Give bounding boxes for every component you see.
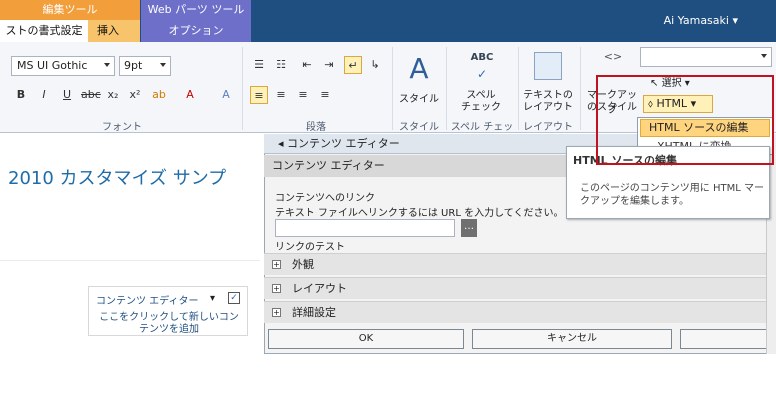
group-paragraph-label: 段落 [306,122,326,133]
subscript-button[interactable]: x₂ [104,86,122,104]
divider [580,47,581,130]
link-label: コンテンツへのリンク [275,193,375,204]
user-name: Ai Yamasaki [663,14,729,27]
clear-format-icon[interactable]: A [217,86,235,104]
align-center-icon[interactable]: ≡ [272,86,290,104]
add-content-link[interactable]: ここをクリックして新しいコンテンツを追加 [96,312,242,336]
text-layout-icon [534,52,562,80]
tooltip-body: このページのコンテンツ用に HTML マークアップを編集します。 [580,183,764,207]
font-family-select[interactable]: MS UI Gothic [11,56,115,76]
bullets-icon[interactable]: ☰ [250,56,268,74]
strikethrough-button[interactable]: abc [81,86,101,104]
font-size-select[interactable]: 9pt [119,56,171,76]
check-icon: ✓ [476,67,488,81]
webpart-checkbox[interactable]: ✓ [228,292,240,304]
highlight-box [596,75,774,165]
justify-icon[interactable]: ≡ [316,86,334,104]
advanced-row[interactable]: + 詳細設定 [264,301,776,323]
align-right-icon[interactable]: ≡ [294,86,312,104]
chevron-down-icon [160,63,166,67]
page-title: 2010 カスタマイズ サンプ [8,168,227,189]
increase-indent-icon[interactable]: ⇥ [320,56,338,74]
section-title: コンテンツ エディター [264,155,566,177]
highlight-icon[interactable]: ab [150,86,168,104]
font-color-icon[interactable]: A [181,86,199,104]
cancel-button[interactable]: キャンセル [472,329,672,349]
spelling-icon: ABC [470,52,494,63]
user-menu[interactable]: Ai Yamasaki ▾ [664,14,738,27]
group-layout-label: レイアウト [523,122,573,133]
collapse-icon: ◂ [278,137,284,150]
group-font-label: フォント [102,122,142,133]
layout-row[interactable]: + レイアウト [264,277,776,299]
underline-button[interactable]: U [58,86,76,104]
plus-icon: + [272,284,281,293]
contextual-title-web-parts-tools: Web パーツ ツール [147,3,245,16]
chevron-down-icon: ▾ [732,14,738,27]
link-hint: テキスト ファイルへリンクするには URL を入力してください。 [275,208,564,219]
tab-insert[interactable]: 挿入 [88,20,128,42]
superscript-button[interactable]: x² [126,86,144,104]
styles-button-label[interactable]: スタイル [397,90,441,105]
divider [242,47,243,130]
rtl-icon[interactable]: ↳ [366,56,384,74]
styles-icon[interactable]: A [402,52,436,86]
chevron-down-icon [104,63,110,67]
contextual-title-editing-tools: 編集ツール [0,0,140,20]
plus-icon: + [272,308,281,317]
appearance-row[interactable]: + 外観 [264,253,776,275]
advanced-label: 詳細設定 [292,306,336,319]
browse-button[interactable]: … [461,219,477,237]
divider [392,47,393,130]
layout-button-label-2[interactable]: レイアウト [522,98,574,113]
tab-format-text[interactable]: ストの書式設定 [0,20,88,42]
apply-button[interactable] [680,329,776,349]
group-styles-label: スタイル [399,122,439,133]
numbering-icon[interactable]: ☷ [272,56,290,74]
italic-button[interactable]: I [35,86,53,104]
font-family-value: MS UI Gothic [17,59,88,72]
chevron-down-icon [761,54,767,58]
appearance-label: 外観 [292,258,314,271]
tool-pane-title: コンテンツ エディター [287,137,400,150]
font-size-value: 9pt [124,59,143,72]
markup-selector-input[interactable] [640,47,772,67]
bold-button[interactable]: B [12,86,30,104]
divider [0,260,260,261]
webpart-title[interactable]: コンテンツ エディター [96,292,198,307]
align-left-icon[interactable]: ≡ [250,86,268,104]
link-url-input[interactable] [275,219,455,237]
decrease-indent-icon[interactable]: ⇤ [298,56,316,74]
layout-label: レイアウト [292,282,347,295]
spelling-button-label-2[interactable]: チェック [458,98,504,113]
ok-button[interactable]: OK [268,329,464,349]
tab-options[interactable]: オプション [141,20,251,42]
ltr-icon[interactable]: ↵ [344,56,362,74]
divider [518,47,519,130]
plus-icon: + [272,260,281,269]
link-test[interactable]: リンクのテスト [275,238,345,253]
chevron-down-icon[interactable]: ▾ [210,293,215,304]
